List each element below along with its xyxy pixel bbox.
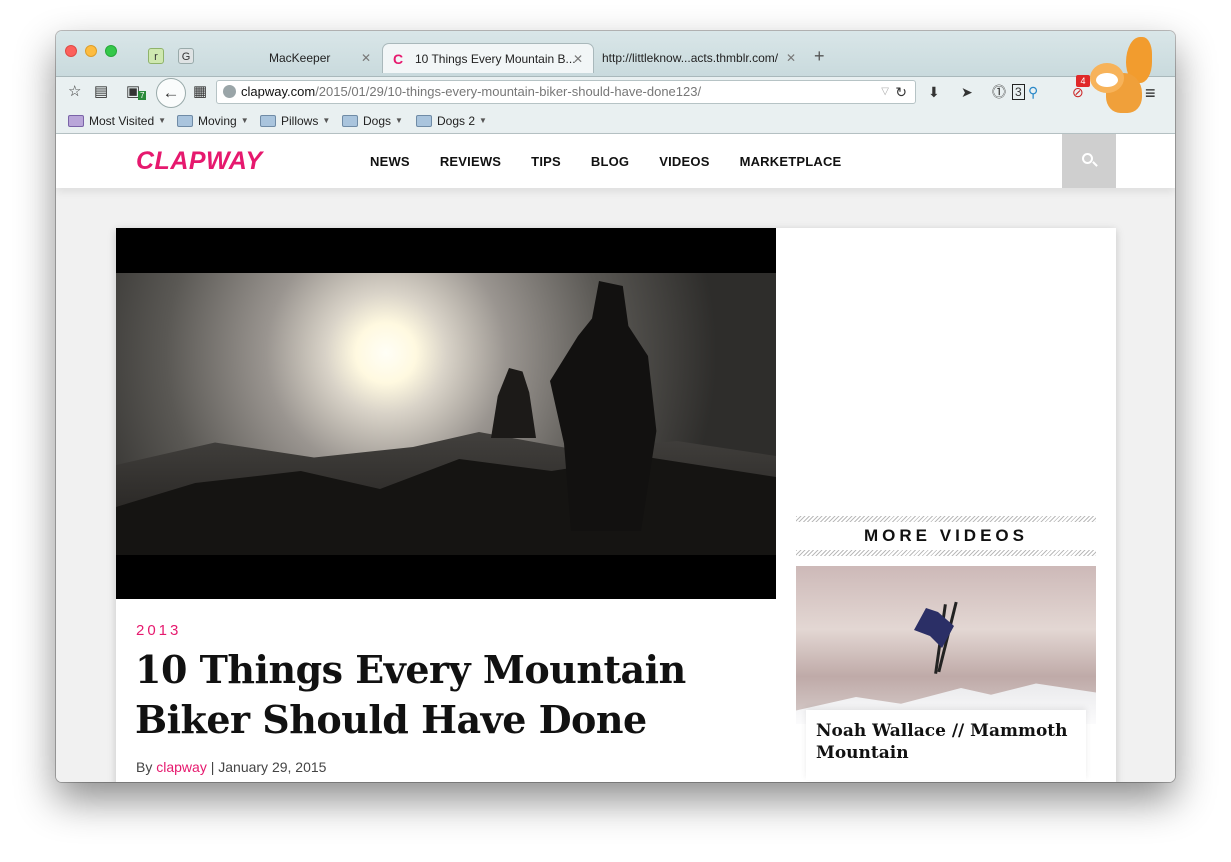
site-search-button[interactable] [1062, 134, 1116, 188]
close-window-button[interactable] [65, 45, 77, 57]
tab-label: http://littleknow...acts.thmblr.com/ [602, 51, 779, 65]
firefox-mascot-icon [1084, 33, 1154, 128]
bookmark-most-visited[interactable]: Most Visited ▼ [68, 113, 166, 129]
close-tab-icon[interactable]: ✕ [786, 43, 796, 73]
most-visited-icon [68, 115, 84, 127]
bookmark-label: Pillows [281, 114, 319, 128]
nav-reviews[interactable]: REVIEWS [440, 154, 501, 169]
minimize-window-button[interactable] [85, 45, 97, 57]
share-icon[interactable]: ⚲ [1028, 83, 1038, 101]
navigation-toolbar: ☆ ▤ ▣ 7 ← ▦ clapway.com/2015/01/29/10-thi… [56, 76, 1175, 108]
article-title: 10 Things Every Mountain Biker Should Ha… [135, 647, 686, 742]
site-header: CLAPWAY NEWS REVIEWS TIPS BLOG VIDEOS MA… [56, 134, 1175, 188]
nav-news[interactable]: NEWS [370, 154, 410, 169]
chevron-down-icon: ▼ [479, 116, 487, 125]
onepassword-icon[interactable]: ⓵ [992, 83, 1006, 101]
tab-groups-icon[interactable]: ▦ [193, 83, 207, 101]
evernote-extension-icon[interactable]: ▣ 7 [126, 83, 147, 101]
reload-icon[interactable]: ↻ [895, 81, 907, 103]
bookmark-folder-moving[interactable]: Moving ▼ [177, 113, 249, 129]
search-icon-handle [1092, 161, 1098, 167]
folder-icon [260, 115, 276, 127]
url-path: /2015/01/29/10-things-every-mountain-bik… [315, 84, 702, 99]
chevron-down-icon: ▼ [395, 116, 403, 125]
new-tab-button[interactable]: + [814, 47, 825, 65]
more-videos-sidebar: MORE VIDEOS Noah Wallace // Mammoth Moun… [796, 516, 1096, 780]
byline-separator: | [210, 759, 215, 775]
tab-mackeeper[interactable]: MacKeeper ✕ [241, 43, 381, 73]
notification-badge: 4 [1076, 75, 1090, 87]
counter-extension-icon[interactable]: 3 [1012, 84, 1025, 100]
nav-marketplace[interactable]: MARKETPLACE [740, 154, 842, 169]
bookmark-label: Most Visited [89, 114, 155, 128]
url-bar[interactable]: clapway.com/2015/01/29/10-things-every-m… [216, 80, 916, 104]
chevron-down-icon: ▼ [240, 116, 249, 125]
folder-icon [342, 115, 358, 127]
page-content: 2013 10 Things Every Mountain Biker Shou… [56, 188, 1175, 782]
window-controls [65, 45, 117, 57]
site-identity-icon[interactable] [223, 85, 236, 98]
folder-icon [416, 115, 432, 127]
tab-label: MacKeeper [269, 51, 331, 65]
tab-label: 10 Things Every Mountain B... [415, 52, 576, 66]
more-videos-heading: MORE VIDEOS [864, 526, 1028, 545]
tab-clapway-article[interactable]: C 10 Things Every Mountain B... ✕ [382, 43, 594, 73]
chevron-down-icon: ▼ [322, 116, 331, 125]
fox-mask [1096, 73, 1118, 87]
browser-window: r G MacKeeper ✕ C 10 Things Every Mounta… [56, 31, 1175, 782]
bookmark-star-icon[interactable]: ☆ [68, 83, 81, 101]
send-icon[interactable]: ➤ [961, 83, 973, 101]
reading-list-icon[interactable]: ▤ [94, 83, 108, 101]
clapway-logo[interactable]: CLAPWAY [136, 147, 263, 176]
article-byline: By clapway | January 29, 2015 [136, 759, 326, 775]
pinned-tab-ghostery[interactable]: G [178, 48, 194, 64]
tab-littleknown-facts[interactable]: http://littleknow...acts.thmblr.com/ ✕ [596, 43, 806, 73]
back-button[interactable]: ← [156, 78, 186, 108]
bookmark-label: Dogs 2 [437, 114, 476, 128]
nav-tips[interactable]: TIPS [531, 154, 561, 169]
article-category[interactable]: 2013 [136, 622, 181, 639]
bookmark-folder-dogs[interactable]: Dogs ▼ [342, 113, 403, 129]
clapway-favicon-icon: C [393, 51, 404, 67]
url-history-dropdown-icon[interactable]: ▽ [881, 81, 889, 103]
close-tab-icon[interactable]: ✕ [361, 43, 371, 73]
video-title-link[interactable]: Noah Wallace // Mammoth Mountain [806, 710, 1086, 780]
zoom-window-button[interactable] [105, 45, 117, 57]
extension-badge: 7 [138, 91, 147, 100]
bookmark-folder-pillows[interactable]: Pillows ▼ [260, 113, 330, 129]
divider-stripes [796, 550, 1096, 556]
site-nav: NEWS REVIEWS TIPS BLOG VIDEOS MARKETPLAC… [370, 134, 841, 188]
thumbnail-skier [914, 608, 954, 648]
tab-strip: r G MacKeeper ✕ C 10 Things Every Mounta… [56, 31, 1175, 76]
folder-icon [177, 115, 193, 127]
nav-videos[interactable]: VIDEOS [659, 154, 709, 169]
article-date: January 29, 2015 [218, 759, 327, 775]
close-tab-icon[interactable]: ✕ [573, 44, 583, 74]
pinned-tab-r[interactable]: r [148, 48, 164, 64]
byline-prefix: By [136, 759, 153, 775]
video-player[interactable] [116, 228, 776, 599]
video-frame [116, 273, 776, 555]
bookmark-folder-dogs-2[interactable]: Dogs 2 ▼ [416, 113, 487, 129]
downloads-icon[interactable]: ⬇ [928, 83, 940, 101]
video-thumbnail[interactable] [796, 566, 1096, 724]
url-host: clapway.com [241, 84, 316, 99]
hamburger-menu-icon[interactable]: ≡ [1145, 83, 1163, 104]
bookmark-label: Moving [198, 114, 237, 128]
author-link[interactable]: clapway [156, 759, 207, 775]
chevron-down-icon: ▼ [158, 116, 167, 125]
nav-blog[interactable]: BLOG [591, 154, 629, 169]
bookmarks-toolbar: Most Visited ▼ Moving ▼ Pillows ▼ Dogs ▼ Dog… [56, 108, 1175, 134]
article-card: 2013 10 Things Every Mountain Biker Shou… [116, 228, 1116, 782]
video-rider-distant [491, 368, 536, 438]
bookmark-label: Dogs [363, 114, 392, 128]
